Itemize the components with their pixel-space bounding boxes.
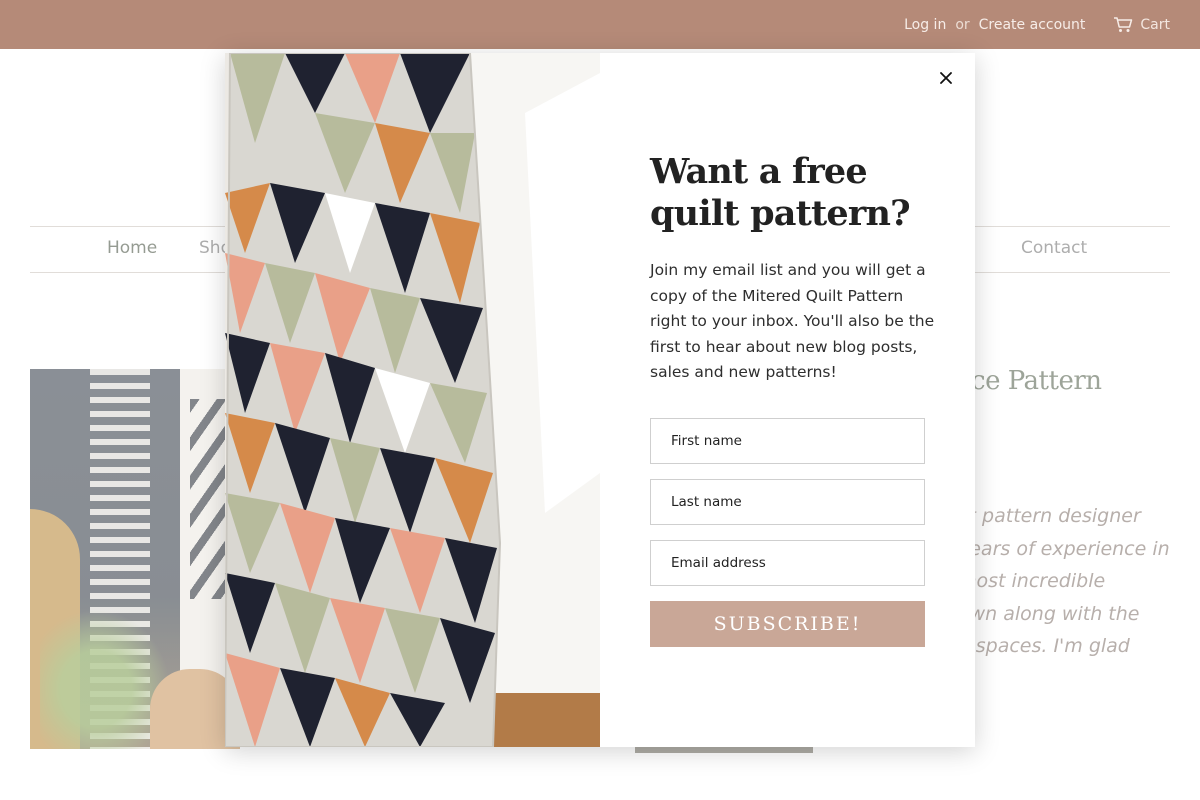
close-icon [940, 72, 952, 84]
first-name-field[interactable] [650, 418, 925, 464]
or-separator: or [955, 16, 970, 33]
close-button[interactable] [931, 63, 961, 93]
cart-label: Cart [1140, 16, 1170, 33]
last-name-field[interactable] [650, 479, 925, 525]
login-link[interactable]: Log in [904, 17, 946, 33]
email-field[interactable] [650, 540, 925, 586]
top-bar: Log in or Create account Cart [0, 0, 1200, 49]
cart-icon [1114, 16, 1133, 32]
quilt-image [225, 53, 600, 747]
modal-title: Want a free quilt pattern? [650, 151, 911, 234]
subscribe-button[interactable]: SUBSCRIBE! [650, 601, 925, 647]
cart-link[interactable]: Cart [1113, 17, 1170, 33]
modal-body-text: Join my email list and you will get a co… [650, 261, 935, 381]
create-account-link[interactable]: Create account [979, 17, 1086, 33]
newsletter-modal: Want a free quilt pattern? Join my email… [225, 53, 975, 747]
